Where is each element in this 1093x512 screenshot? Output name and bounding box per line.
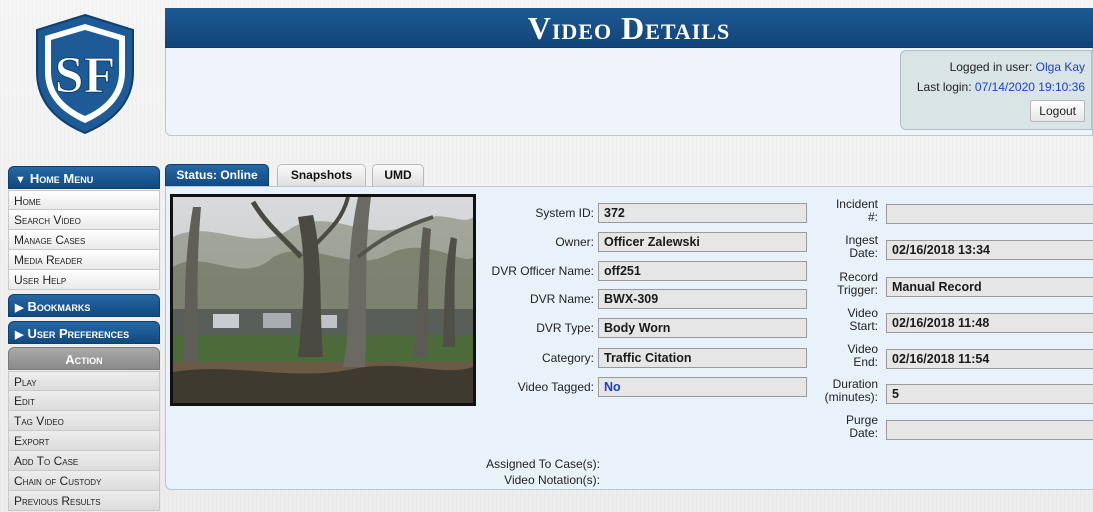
sidebar-item-media-reader[interactable]: Media Reader	[8, 250, 160, 270]
field-label-dvr-type: DVR Type:	[536, 321, 594, 335]
sidebar-item-search-video[interactable]: Search Video	[8, 210, 160, 230]
field-value-dvr-officer-name: off251	[598, 261, 807, 281]
field-label-line2: End:	[853, 355, 878, 369]
video-thumbnail[interactable]	[170, 194, 476, 406]
field-label-dvr-name: DVR Name:	[529, 292, 594, 306]
field-value-system-id: 372	[598, 203, 807, 223]
field-value-category: Traffic Citation	[598, 348, 807, 368]
sidebar-item-manage-cases[interactable]: Manage Cases	[8, 230, 160, 250]
field-value-dvr-name: BWX-309	[598, 289, 807, 309]
field-value-video-start: 02/16/2018 11:48	[886, 313, 1093, 333]
video-thumbnail-image	[173, 197, 473, 403]
field-label-dvr-officer-name: DVR Officer Name:	[491, 264, 594, 278]
logo-letters: SF	[55, 47, 116, 104]
field-value-duration-minutes: 5	[886, 384, 1093, 404]
field-value-video-end: 02/16/2018 11:54	[886, 349, 1093, 369]
field-label-category: Category:	[541, 351, 594, 365]
sidebar-item-user-help[interactable]: User Help	[8, 270, 160, 290]
field-label-line2: (minutes):	[824, 390, 878, 404]
field-label-line2: Date:	[849, 246, 878, 260]
field-value-incident	[886, 204, 1093, 224]
logged-in-line: Logged in user: Olga Kay	[901, 57, 1085, 77]
last-login-value: 07/14/2020 19:10:36	[974, 80, 1085, 94]
field-label-line2: #:	[867, 210, 878, 224]
last-login-line: Last login: 07/14/2020 19:10:36	[901, 77, 1085, 97]
user-preferences-header-label: User Preferences	[27, 326, 130, 341]
field-label-duration-minutes: Duration (minutes):	[806, 378, 878, 404]
action-item-play[interactable]: Play	[8, 371, 160, 391]
field-value-video-tagged: No	[598, 377, 807, 397]
action-item-chain-of-custody[interactable]: Chain of Custody	[8, 471, 160, 491]
action-item-previous-results[interactable]: Previous Results	[8, 491, 160, 511]
last-login-label: Last login:	[916, 80, 972, 94]
action-header: Action	[8, 347, 160, 370]
bookmarks-header-label: Bookmarks	[27, 299, 91, 314]
video-details-panel: System ID: 372 Owner: Officer Zalewski DVR O…	[165, 186, 1093, 490]
triangle-down-icon: ▼	[15, 174, 26, 186]
agency-logo: SF	[33, 12, 137, 136]
logged-in-label: Logged in user:	[949, 60, 1033, 74]
field-label-ingest-date: Ingest Date:	[806, 234, 878, 260]
field-label-line2: Start:	[849, 319, 878, 333]
field-label-purge-date: Purge Date:	[806, 414, 878, 440]
logged-in-user: Olga Kay	[1035, 60, 1085, 74]
assigned-to-cases-label: Assigned To Case(s):	[486, 457, 600, 471]
tab-umd[interactable]: UMD	[372, 164, 424, 187]
action-item-add-to-case[interactable]: Add To Case	[8, 451, 160, 471]
field-label-line2: Date:	[849, 426, 878, 440]
triangle-right-icon: ▶	[15, 302, 24, 314]
field-value-ingest-date: 02/16/2018 13:34	[886, 240, 1093, 260]
sidebar: ▼ Home Menu Home Search Video Manage Cases M…	[8, 166, 160, 511]
field-label-video-tagged: Video Tagged:	[517, 380, 594, 394]
home-menu-header-label: Home Menu	[29, 171, 94, 186]
field-label-line2: Trigger:	[837, 283, 878, 297]
tab-snapshots[interactable]: Snapshots	[277, 164, 366, 187]
action-item-export[interactable]: Export	[8, 431, 160, 451]
action-item-edit[interactable]: Edit	[8, 391, 160, 411]
logout-button[interactable]: Logout	[1030, 100, 1085, 122]
triangle-right-icon: ▶	[15, 329, 24, 341]
bookmarks-header[interactable]: ▶ Bookmarks	[8, 294, 160, 317]
field-value-owner: Officer Zalewski	[598, 232, 807, 252]
field-label-incident: Incident #:	[806, 198, 878, 224]
field-label-record-trigger: Record Trigger:	[806, 271, 878, 297]
tab-status-online[interactable]: Status: Online	[165, 164, 269, 187]
field-label-video-end: Video End:	[806, 343, 878, 369]
login-info-box: Logged in user: Olga Kay Last login: 07/…	[900, 50, 1092, 130]
user-preferences-header[interactable]: ▶ User Preferences	[8, 321, 160, 344]
page-title: Video Details	[527, 10, 731, 46]
field-value-record-trigger: Manual Record	[886, 277, 1093, 297]
field-label-system-id: System ID:	[535, 206, 594, 220]
home-menu-header[interactable]: ▼ Home Menu	[8, 166, 160, 189]
header-panel: Logged in user: Olga Kay Last login: 07/…	[165, 48, 1093, 136]
field-label-owner: Owner:	[555, 235, 594, 249]
field-value-dvr-type: Body Worn	[598, 318, 807, 338]
video-notations-label: Video Notation(s):	[504, 473, 600, 487]
field-label-video-start: Video Start:	[806, 307, 878, 333]
action-item-tag-video[interactable]: Tag Video	[8, 411, 160, 431]
field-value-purge-date	[886, 420, 1093, 440]
sidebar-item-home[interactable]: Home	[8, 190, 160, 210]
title-banner: Video Details	[165, 8, 1093, 48]
action-header-label: Action	[65, 352, 103, 367]
